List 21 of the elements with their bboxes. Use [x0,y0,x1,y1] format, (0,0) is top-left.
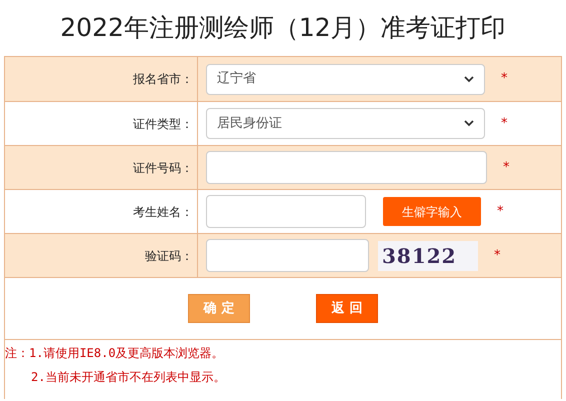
required-asterisk: * [494,246,500,265]
field-label: 考生姓名： [133,204,193,220]
field-label: 证件号码： [133,160,193,176]
field-label: 证件类型： [133,116,193,132]
note-text: 注：1.请使用IE8.0及更高版本浏览器。 [5,345,225,362]
captcha-image[interactable]: 38122 [378,240,478,270]
required-asterisk: * [503,158,510,177]
page-title: 2022年注册测绘师（12月）准考证打印 [60,12,506,44]
input-field[interactable] [206,151,487,184]
input-field[interactable] [206,195,366,228]
field-label: 报名省市： [133,71,193,88]
input-field[interactable] [206,239,369,272]
chevron-down-icon [464,120,474,127]
note-text: 2.当前未开通省市不在列表中显示。 [30,369,226,386]
chevron-down-icon [464,76,474,82]
field-label: 验证码： [145,248,193,264]
dropdown[interactable]: 居民身份证 [206,108,485,139]
required-asterisk: * [501,70,508,88]
required-asterisk: * [501,114,508,133]
required-asterisk: * [497,202,504,221]
dropdown[interactable]: 辽宁省 [206,64,485,94]
